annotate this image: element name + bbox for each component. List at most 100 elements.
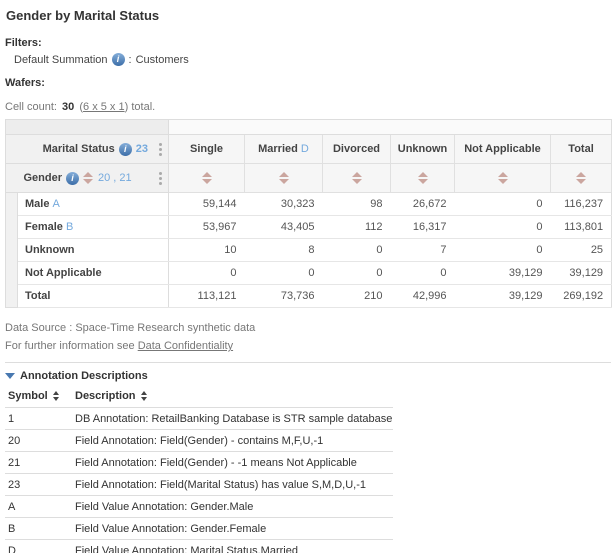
data-cell: 0 xyxy=(455,239,551,262)
sort-cell-total[interactable] xyxy=(551,164,612,193)
row-annotation[interactable]: A xyxy=(53,198,60,210)
sort-toggle-icon[interactable] xyxy=(418,172,428,184)
row-dimension-row: Gender i 20 , 21 xyxy=(6,164,612,193)
column-header-label: Not Applicable xyxy=(464,143,541,155)
column-header-label: Married xyxy=(258,143,298,155)
column-header-total[interactable]: Total xyxy=(551,135,612,164)
collapse-triangle-icon xyxy=(5,373,15,379)
data-cell: 25 xyxy=(551,239,612,262)
row-label: Not Applicable xyxy=(18,262,169,285)
row-dimension-indent xyxy=(6,164,18,193)
row-indent xyxy=(6,239,18,262)
data-cell: 39,129 xyxy=(551,262,612,285)
info-icon[interactable]: i xyxy=(119,143,132,156)
data-cell: 8 xyxy=(245,239,323,262)
column-header-not-applicable[interactable]: Not Applicable xyxy=(455,135,551,164)
annotation-description: DB Annotation: RetailBanking Database is… xyxy=(72,408,393,430)
cell-count-suffix: total. xyxy=(131,101,155,113)
annotation-symbol: 1 xyxy=(5,408,72,430)
annotation-row: 23Field Annotation: Field(Marital Status… xyxy=(5,474,393,496)
cell-count-link[interactable]: 6 x 5 x 1 xyxy=(83,101,125,113)
data-cell: 43,405 xyxy=(245,216,323,239)
top-strip-right xyxy=(169,120,612,135)
sort-toggle-icon[interactable] xyxy=(83,172,93,184)
sort-toggle-icon[interactable] xyxy=(576,172,586,184)
sort-toggle-icon[interactable] xyxy=(279,172,289,184)
column-header-married[interactable]: Married D xyxy=(245,135,323,164)
filters-label: Filters: xyxy=(5,37,611,49)
kebab-menu-icon[interactable] xyxy=(157,141,164,158)
sort-cell-divorced[interactable] xyxy=(323,164,391,193)
data-cell: 0 xyxy=(323,262,391,285)
column-dimension-annotation[interactable]: 23 xyxy=(136,143,148,155)
annotation-col-symbol[interactable]: Symbol xyxy=(5,390,72,408)
row-label: Male A xyxy=(18,193,169,216)
page-title: Gender by Marital Status xyxy=(6,8,611,23)
row-dimension-annotations[interactable]: 20 , 21 xyxy=(98,172,132,184)
column-header-single[interactable]: Single xyxy=(169,135,245,164)
table-row-unknown: Unknown 10 8 0 7 0 25 xyxy=(6,239,612,262)
data-cell: 113,121 xyxy=(169,285,245,308)
data-confidentiality-link[interactable]: Data Confidentiality xyxy=(138,340,233,352)
filter-value: Customers xyxy=(136,54,189,66)
annotation-col-description[interactable]: Description xyxy=(72,390,393,408)
data-cell: 39,129 xyxy=(455,285,551,308)
column-header-label: Unknown xyxy=(398,143,448,155)
annotation-description: Field Annotation: Field(Marital Status) … xyxy=(72,474,393,496)
data-cell: 112 xyxy=(323,216,391,239)
sort-cell-single[interactable] xyxy=(169,164,245,193)
sort-toggle-icon[interactable] xyxy=(352,172,362,184)
annotation-descriptions-toggle[interactable]: Annotation Descriptions xyxy=(5,370,611,382)
top-strip-left xyxy=(6,120,169,135)
annotation-row: 21Field Annotation: Field(Gender) - -1 m… xyxy=(5,452,393,474)
column-annotation[interactable]: D xyxy=(301,143,309,155)
sort-cell-not-applicable[interactable] xyxy=(455,164,551,193)
annotation-symbol: D xyxy=(5,540,72,553)
sort-toggle-icon[interactable] xyxy=(498,172,508,184)
row-label-text: Unknown xyxy=(25,244,75,256)
cell-count-label: Cell count: xyxy=(5,101,57,113)
sort-cell-married[interactable] xyxy=(245,164,323,193)
annotation-symbol: B xyxy=(5,518,72,540)
filter-line: Default Summation i : Customers xyxy=(14,53,611,66)
symbol-header-label: Symbol xyxy=(8,390,48,402)
table-top-strip xyxy=(6,120,612,135)
annotation-symbol: 20 xyxy=(5,430,72,452)
column-dimension-label: Marital Status xyxy=(43,143,115,155)
data-cell: 0 xyxy=(455,193,551,216)
row-indent xyxy=(6,216,18,239)
data-cell: 16,317 xyxy=(391,216,455,239)
data-cell: 42,996 xyxy=(391,285,455,308)
info-icon[interactable]: i xyxy=(112,53,125,66)
sort-cell-unknown[interactable] xyxy=(391,164,455,193)
info-icon[interactable]: i xyxy=(66,172,79,185)
data-cell: 113,801 xyxy=(551,216,612,239)
data-cell: 269,192 xyxy=(551,285,612,308)
annotation-row: AField Value Annotation: Gender.Male xyxy=(5,496,393,518)
sort-toggle-icon[interactable] xyxy=(141,391,147,401)
column-header-unknown[interactable]: Unknown xyxy=(391,135,455,164)
filter-separator: : xyxy=(129,54,132,66)
data-cell: 26,672 xyxy=(391,193,455,216)
data-cell: 59,144 xyxy=(169,193,245,216)
data-cell: 53,967 xyxy=(169,216,245,239)
kebab-menu-icon[interactable] xyxy=(157,170,164,187)
sort-toggle-icon[interactable] xyxy=(53,391,59,401)
cell-count-value: 30 xyxy=(62,101,74,113)
annotation-row: 20Field Annotation: Field(Gender) - cont… xyxy=(5,430,393,452)
row-annotation[interactable]: B xyxy=(66,221,73,233)
row-label: Total xyxy=(18,285,169,308)
table-row-not-applicable: Not Applicable 0 0 0 0 39,129 39,129 xyxy=(6,262,612,285)
wafers-label: Wafers: xyxy=(5,77,611,89)
column-header-label: Single xyxy=(190,143,223,155)
column-header-divorced[interactable]: Divorced xyxy=(323,135,391,164)
data-cell: 10 xyxy=(169,239,245,262)
row-label-text: Female xyxy=(25,221,63,233)
data-cell: 30,323 xyxy=(245,193,323,216)
cell-count-line: Cell count: 30 (6 x 5 x 1) total. xyxy=(5,101,611,113)
annotation-description: Field Value Annotation: Gender.Male xyxy=(72,496,393,518)
table-row-total: Total 113,121 73,736 210 42,996 39,129 2… xyxy=(6,285,612,308)
sort-toggle-icon[interactable] xyxy=(202,172,212,184)
data-cell: 0 xyxy=(455,216,551,239)
row-label-text: Total xyxy=(25,290,50,302)
